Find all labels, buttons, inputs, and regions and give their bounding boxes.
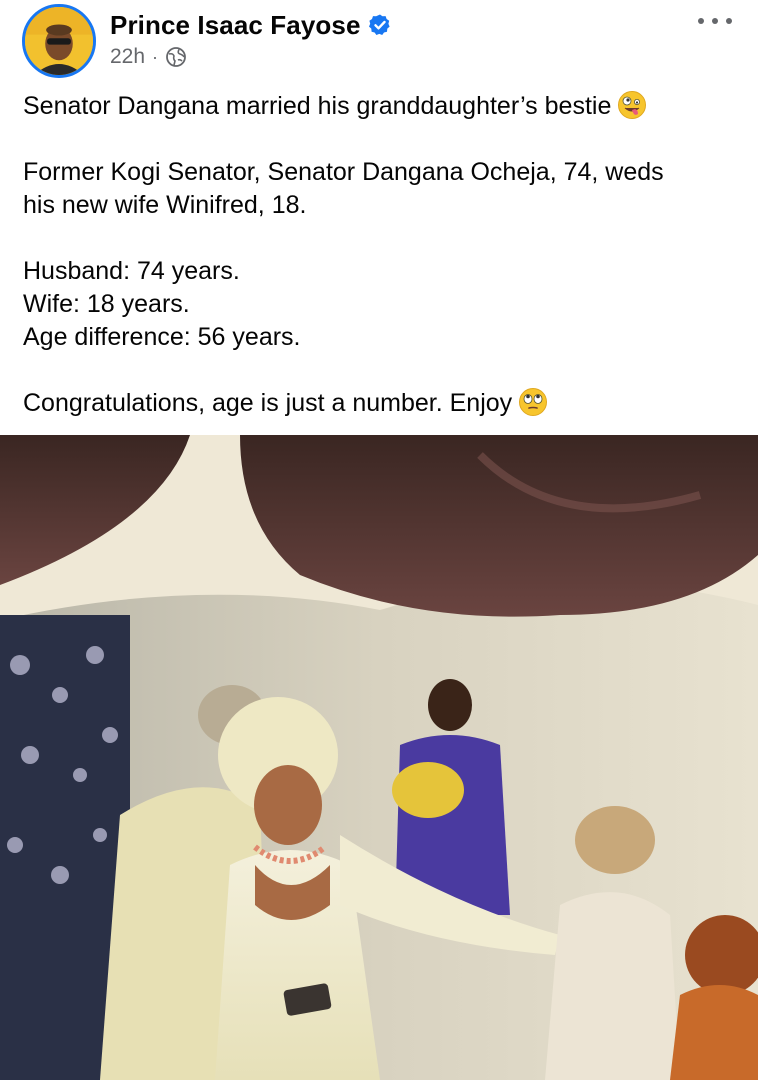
- post-headline: Senator Dangana married his granddaughte…: [23, 90, 738, 123]
- facebook-post: Prince Isaac Fayose 22h · Senator Dangan…: [0, 0, 758, 1080]
- post-body: Senator Dangana married his granddaughte…: [23, 90, 738, 453]
- post-paragraph-line: Former Kogi Senator, Senator Dangana Och…: [23, 158, 664, 186]
- post-paragraph-line: his new wife Winifred, 18.: [23, 191, 307, 219]
- rolling-eyes-icon: [519, 388, 548, 416]
- zany-face-icon: [618, 91, 647, 119]
- more-options-icon[interactable]: [698, 8, 732, 34]
- author-name[interactable]: Prince Isaac Fayose: [110, 10, 361, 41]
- age-difference-line: Age difference: 56 years.: [23, 323, 301, 351]
- verified-badge-icon: [368, 14, 390, 35]
- profile-photo: [25, 7, 93, 75]
- wife-age-line: Wife: 18 years.: [23, 290, 190, 318]
- wedding-photo-image: [0, 435, 758, 1080]
- post-header: Prince Isaac Fayose 22h ·: [0, 0, 758, 84]
- post-closing: Congratulations, age is just a number. E…: [23, 387, 738, 420]
- author-avatar[interactable]: [22, 4, 96, 78]
- post-photo[interactable]: [0, 435, 758, 1080]
- post-time[interactable]: 22h: [110, 45, 145, 69]
- meta-separator: ·: [152, 46, 159, 67]
- husband-age-line: Husband: 74 years.: [23, 257, 240, 285]
- globe-icon: [166, 47, 186, 67]
